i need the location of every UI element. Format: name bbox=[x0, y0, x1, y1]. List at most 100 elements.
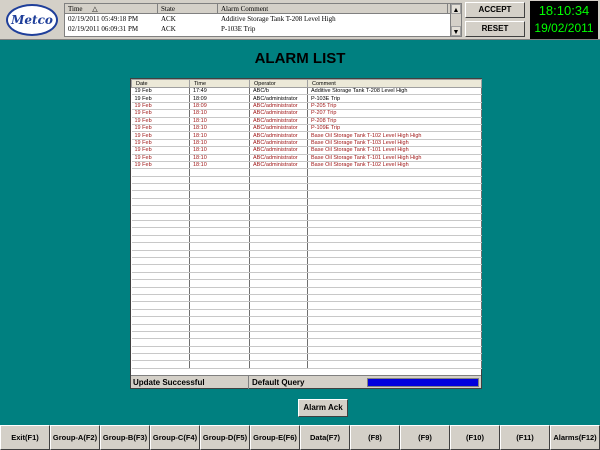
table-row[interactable]: 19 Feb 18:10 ABC/administrator Base Oil Sto… bbox=[131, 139, 482, 148]
table-row[interactable] bbox=[131, 227, 482, 236]
empty-cell bbox=[131, 272, 190, 281]
empty-cell bbox=[189, 309, 250, 318]
table-row[interactable] bbox=[131, 242, 482, 251]
table-row[interactable] bbox=[131, 324, 482, 332]
table-row[interactable] bbox=[131, 220, 482, 229]
empty-cell bbox=[131, 316, 190, 325]
empty-cell bbox=[131, 198, 190, 207]
empty-cell bbox=[189, 227, 250, 236]
active-alarm-scrollbar[interactable]: ▲ ▼ bbox=[450, 4, 461, 36]
empty-cell bbox=[307, 338, 482, 347]
table-row[interactable] bbox=[131, 257, 482, 266]
function-key-f5[interactable]: Group-D(F5) bbox=[200, 425, 250, 450]
table-row[interactable] bbox=[131, 168, 482, 177]
reset-button[interactable]: RESET bbox=[465, 21, 525, 37]
active-alarm-time: 02/19/2011 05:49:18 PM bbox=[68, 15, 139, 23]
empty-cell bbox=[307, 279, 482, 288]
table-row[interactable]: 19 Feb 17:49 ABC/b Additive Storage Tank T-… bbox=[131, 87, 482, 96]
table-row[interactable] bbox=[131, 250, 482, 259]
empty-cell bbox=[131, 257, 190, 266]
function-key-f2[interactable]: Group-A(F2) bbox=[50, 425, 100, 450]
table-row[interactable]: 19 Feb 18:10 ABC/administrator Base Oil Sto… bbox=[131, 146, 482, 155]
function-key-f12[interactable]: Alarms(F12) bbox=[550, 425, 600, 450]
table-row[interactable]: 19 Feb 18:10 ABC/administrator Base Oil Sto… bbox=[131, 131, 482, 140]
table-row[interactable] bbox=[131, 331, 482, 340]
sort-ascending-icon: △ bbox=[92, 5, 98, 13]
table-row[interactable] bbox=[131, 316, 482, 325]
column-header-state[interactable]: State bbox=[158, 4, 218, 13]
scroll-down-icon[interactable]: ▼ bbox=[451, 26, 461, 36]
column-header-time[interactable]: Time △ bbox=[65, 4, 158, 13]
alarm-operator-cell: ABC/administrator bbox=[249, 109, 308, 118]
empty-cell bbox=[131, 213, 190, 222]
empty-cell bbox=[189, 176, 250, 185]
table-row[interactable] bbox=[131, 272, 482, 281]
function-key-f4[interactable]: Group-C(F4) bbox=[150, 425, 200, 450]
table-row[interactable]: 19 Feb 18:10 ABC/administrator P-109E Trip bbox=[131, 124, 482, 133]
table-row[interactable] bbox=[131, 198, 482, 207]
table-row[interactable] bbox=[131, 301, 482, 310]
table-row[interactable] bbox=[131, 264, 482, 273]
scroll-up-icon[interactable]: ▲ bbox=[451, 4, 461, 14]
function-key-f9[interactable]: (F9) bbox=[400, 425, 450, 450]
accept-button[interactable]: ACCEPT bbox=[465, 2, 525, 18]
alarm-list-table[interactable]: Date Time Operator Comment 19 Feb 17:49 AB… bbox=[131, 79, 482, 369]
empty-cell bbox=[131, 235, 190, 244]
active-alarm-comment: P-103E Trip bbox=[221, 25, 256, 33]
table-row[interactable] bbox=[131, 360, 482, 369]
empty-cell bbox=[249, 360, 308, 369]
table-row[interactable] bbox=[131, 213, 482, 222]
table-row[interactable]: 19 Feb 18:10 ABC/administrator Base Oil Sto… bbox=[131, 161, 482, 170]
table-row[interactable] bbox=[131, 190, 482, 199]
table-row[interactable] bbox=[131, 294, 482, 303]
function-key-f3[interactable]: Group-B(F3) bbox=[100, 425, 150, 450]
column-header-comment[interactable]: Comment bbox=[307, 79, 482, 88]
function-key-f11[interactable]: (F11) bbox=[500, 425, 550, 450]
table-row[interactable] bbox=[131, 205, 482, 214]
function-key-f10[interactable]: (F10) bbox=[450, 425, 500, 450]
clock-display: 18:10:34 19/02/2011 bbox=[530, 1, 598, 39]
empty-cell bbox=[131, 183, 190, 192]
table-row[interactable] bbox=[131, 279, 482, 288]
table-row[interactable] bbox=[131, 353, 482, 362]
empty-cell bbox=[189, 360, 250, 369]
alarm-list-panel: Date Time Operator Comment 19 Feb 17:49 AB… bbox=[130, 78, 482, 389]
function-key-f6[interactable]: Group-E(F6) bbox=[250, 425, 300, 450]
table-row[interactable] bbox=[131, 338, 482, 347]
function-key-f7[interactable]: Data(F7) bbox=[300, 425, 350, 450]
table-row[interactable]: 19 Feb 18:10 ABC/administrator P-208 Trip bbox=[131, 117, 482, 125]
alarm-date-cell: 19 Feb bbox=[131, 161, 190, 170]
column-header-alarm-comment[interactable]: Alarm Comment bbox=[218, 4, 448, 13]
empty-cell bbox=[189, 264, 250, 273]
table-row[interactable]: 19 Feb 18:10 ABC/administrator P-207 Trip bbox=[131, 109, 482, 118]
table-row[interactable] bbox=[131, 176, 482, 185]
table-row[interactable] bbox=[131, 287, 482, 295]
column-header-date[interactable]: Date bbox=[131, 79, 190, 88]
table-row[interactable]: 19 Feb 18:10 ABC/administrator Base Oil Sto… bbox=[131, 154, 482, 162]
active-alarm-grid[interactable]: Time △ State Alarm Comment 02/19/2011 05… bbox=[64, 3, 462, 37]
function-key-f8[interactable]: (F8) bbox=[350, 425, 400, 450]
alarm-operator-cell: ABC/administrator bbox=[249, 131, 308, 140]
alarm-date-cell: 19 Feb bbox=[131, 87, 190, 96]
column-header-time[interactable]: Time bbox=[189, 79, 250, 88]
table-row[interactable]: 19 Feb 18:09 ABC/administrator P-103E Trip bbox=[131, 94, 482, 103]
table-row[interactable] bbox=[131, 235, 482, 244]
alarm-ack-button[interactable]: Alarm Ack bbox=[298, 399, 348, 417]
alarm-operator-cell: ABC/administrator bbox=[249, 94, 308, 103]
alarm-comment-cell: Base Oil Storage Tank T-103 Level High bbox=[307, 139, 482, 148]
table-row[interactable] bbox=[131, 183, 482, 192]
table-row[interactable]: 19 Feb 18:09 ABC/administrator P-205 Trip bbox=[131, 102, 482, 111]
active-alarm-row[interactable]: 02/19/2011 05:49:18 PM ACK Additive Stor… bbox=[65, 14, 461, 24]
top-bar: Metco Time △ State Alarm Comment 02/19/2… bbox=[0, 0, 600, 40]
empty-cell bbox=[131, 287, 190, 295]
empty-cell bbox=[189, 235, 250, 244]
empty-cell bbox=[249, 264, 308, 273]
table-row[interactable] bbox=[131, 309, 482, 318]
function-key-f1[interactable]: Exit(F1) bbox=[0, 425, 50, 450]
empty-cell bbox=[307, 168, 482, 177]
active-alarm-row[interactable]: 02/19/2011 06:09:31 PM ACK P-103E Trip bbox=[65, 24, 461, 34]
column-header-operator[interactable]: Operator bbox=[249, 79, 308, 88]
alarm-operator-cell: ABC/administrator bbox=[249, 124, 308, 133]
table-row[interactable] bbox=[131, 346, 482, 355]
active-alarm-comment: Additive Storage Tank T-208 Level High bbox=[221, 15, 336, 23]
